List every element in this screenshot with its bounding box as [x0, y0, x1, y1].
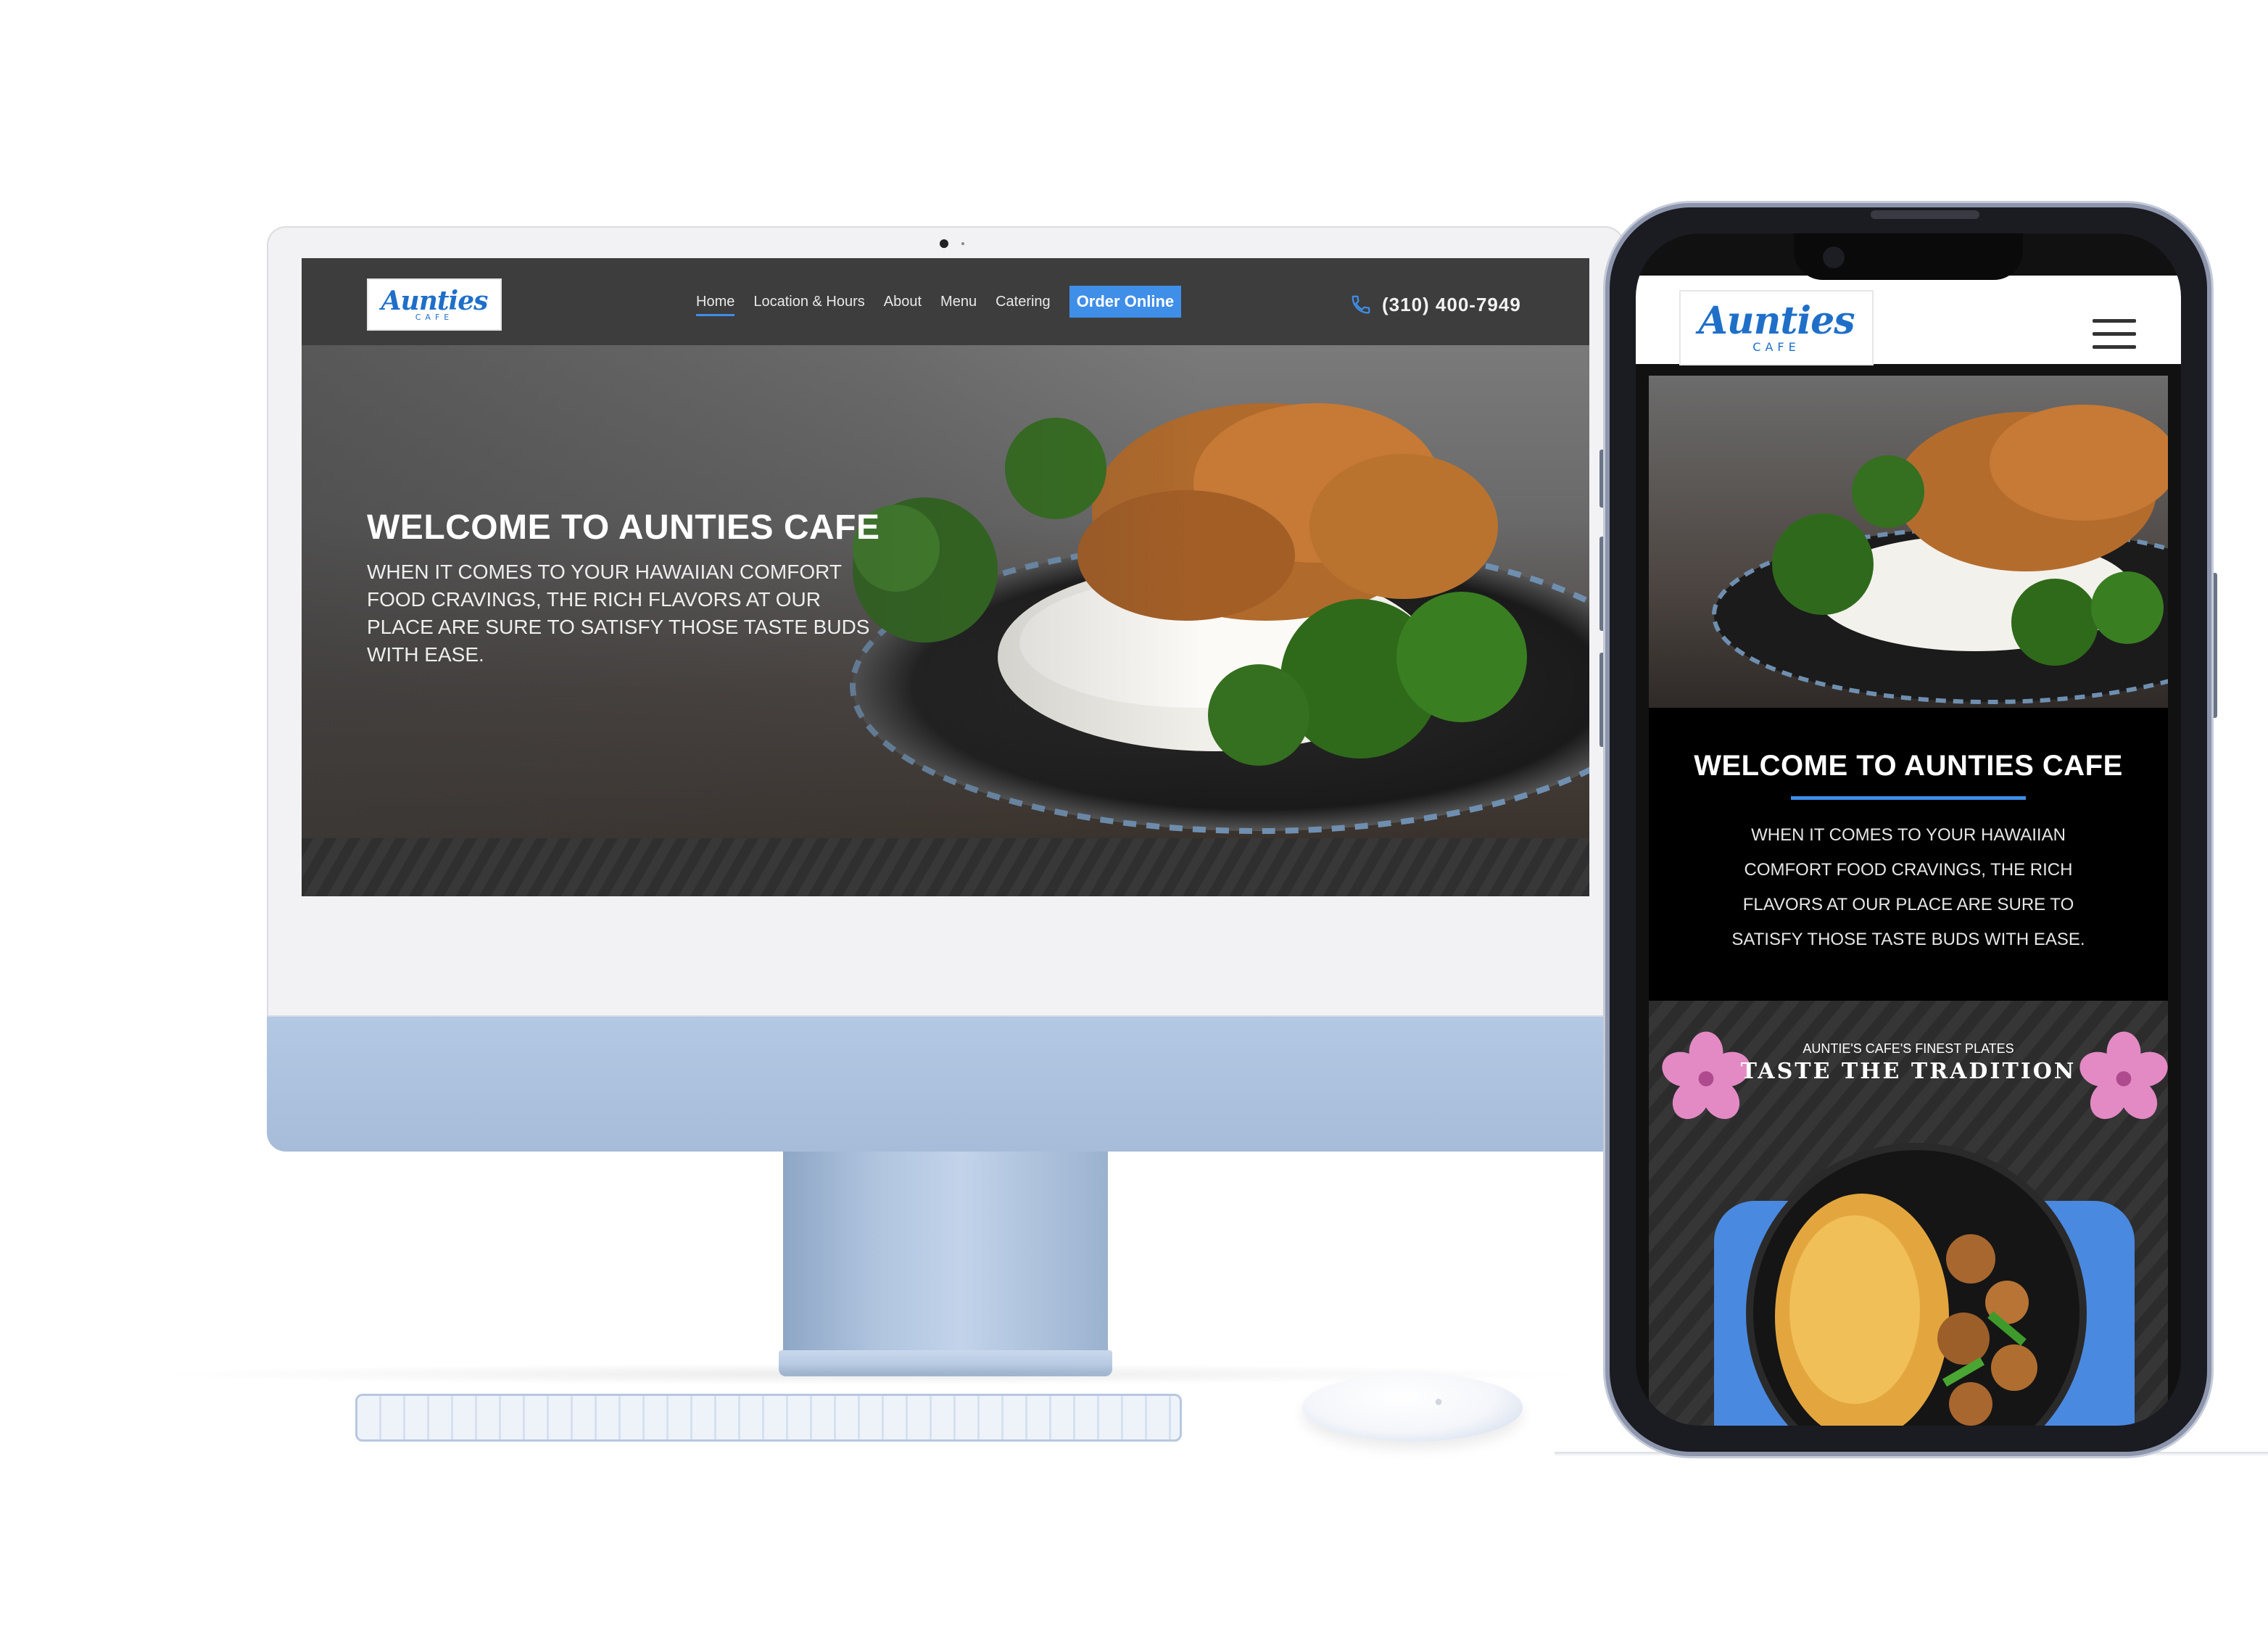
phone-power-button: [2211, 573, 2217, 718]
keyboard: [355, 1394, 1182, 1442]
desktop-hero: WELCOME TO AUNTIES CAFE WHEN IT COMES TO…: [302, 345, 1589, 838]
hero-food-image: [1712, 405, 2168, 704]
taste-title: TASTE THE TRADITION: [1740, 1059, 2077, 1084]
welcome-title: WELCOME TO AUNTIES CAFE: [1694, 750, 2123, 782]
order-online-button[interactable]: Order Online: [1069, 286, 1182, 318]
mobile-taste-section: AUNTIE'S CAFE'S FINEST PLATES TASTE THE …: [1649, 1001, 2168, 1426]
imac-mockup: Aunties CAFE Home Location & Hours About…: [267, 226, 1624, 1376]
mobile-hero-image: [1649, 376, 2168, 708]
mouse: ●: [1302, 1373, 1523, 1442]
mobile-logo[interactable]: Aunties CAFE: [1679, 290, 1874, 365]
phone-icon: [1352, 295, 1370, 314]
nav-item-menu[interactable]: Menu: [940, 286, 977, 318]
nav-item-catering[interactable]: Catering: [996, 286, 1051, 318]
imac-screen-bezel: Aunties CAFE Home Location & Hours About…: [267, 226, 1624, 1017]
hamburger-menu-icon[interactable]: [2093, 316, 2136, 351]
hero-title: WELCOME TO AUNTIES CAFE: [367, 508, 880, 547]
imac-chin: [267, 1017, 1624, 1152]
nav-item-location-hours[interactable]: Location & Hours: [753, 286, 864, 318]
omelette-food-image: [1775, 1194, 2037, 1426]
header-phone-link[interactable]: (310) 400-7949: [1350, 290, 1521, 319]
imac-stand: [783, 1152, 1108, 1369]
desktop-website: Aunties CAFE Home Location & Hours About…: [302, 258, 1589, 896]
mobile-welcome-section: WELCOME TO AUNTIES CAFE WHEN IT COMES TO…: [1649, 708, 2168, 1001]
taste-subtitle: AUNTIE'S CAFE'S FINEST PLATES: [1803, 1041, 2014, 1056]
phone-volume-up-button: [1599, 537, 1605, 631]
nav-item-home[interactable]: Home: [696, 286, 735, 318]
desktop-logo[interactable]: Aunties CAFE: [367, 278, 502, 331]
mobile-website: Aunties CAFE WELCOME TO AUNTIES CAFE WHE…: [1636, 233, 2181, 1426]
phone-speaker: [1871, 210, 1979, 219]
omelette-plate-image: [1746, 1143, 2087, 1426]
phone-side-button: [1599, 450, 1605, 508]
welcome-divider: [1791, 796, 2026, 800]
apple-logo-icon: ●: [1434, 1394, 1444, 1410]
logo-subtitle: CAFE: [415, 312, 454, 322]
hero-text: WHEN IT COMES TO YOUR HAWAIIAN COMFORT F…: [367, 561, 870, 666]
welcome-text: WHEN IT COMES TO YOUR HAWAIIAN COMFORT F…: [1731, 825, 2085, 949]
phone-front-camera: [1823, 247, 1845, 268]
imac-camera-indicator: [961, 242, 964, 245]
phone-mockup: Aunties CAFE WELCOME TO AUNTIES CAFE WHE…: [1605, 203, 2211, 1456]
desktop-pattern-band: [302, 838, 1589, 896]
logo-subtitle: CAFE: [1752, 339, 1800, 354]
mobile-header: Aunties CAFE: [1636, 276, 2181, 365]
desktop-nav: Home Location & Hours About Menu Caterin…: [696, 286, 1182, 318]
imac-camera: [940, 239, 948, 248]
logo-wordmark: Aunties: [1698, 298, 1855, 343]
phone-volume-down-button: [1599, 653, 1605, 747]
logo-wordmark: Aunties: [381, 285, 489, 316]
nav-item-about[interactable]: About: [884, 286, 922, 318]
phone-number: (310) 400-7949: [1382, 293, 1521, 315]
phone-notch: [1794, 233, 2023, 280]
desktop-header: Aunties CAFE Home Location & Hours About…: [302, 258, 1589, 345]
